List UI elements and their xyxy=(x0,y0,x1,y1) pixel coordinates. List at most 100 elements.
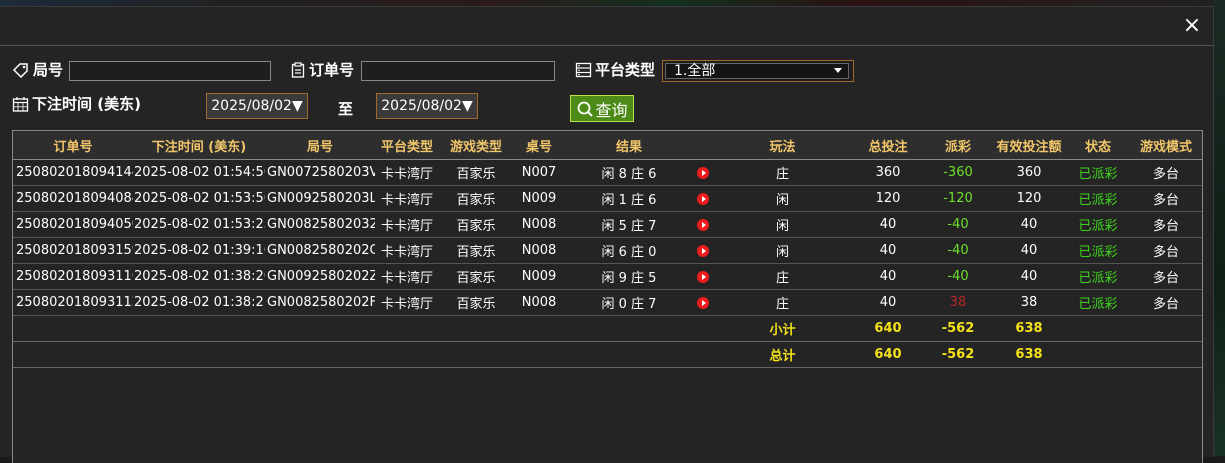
order-no-cell: 250802018093116 xyxy=(16,269,133,284)
payout-cell: -40 xyxy=(947,217,969,232)
valid-bet-cell: 120 xyxy=(1016,191,1042,206)
bet-record-dialog: × 局号 订单号 平台类型 1.全部 下注时间 (美东) 2025/08/02▼… xyxy=(0,6,1214,463)
date-to-separator: 至 xyxy=(338,100,354,118)
round-no-cell: GN0082580202G xyxy=(267,243,375,258)
status-cell: 已派彩 xyxy=(1078,297,1118,312)
game-type-cell: 百家乐 xyxy=(456,193,496,208)
game-mode-cell: 多台 xyxy=(1152,245,1179,260)
total-payout: -562 xyxy=(941,347,975,362)
platform-selected-text: 1.全部 xyxy=(674,63,716,79)
replay-cell xyxy=(693,186,713,212)
total-bet-cell: 40 xyxy=(879,243,897,258)
col-result: 结果 xyxy=(565,131,693,160)
order-input[interactable] xyxy=(361,61,555,81)
table-no-cell: N009 xyxy=(521,269,557,284)
platform-select[interactable]: 1.全部 xyxy=(662,60,854,82)
col-round-no: 局号 xyxy=(265,131,375,160)
order-no-cell: 250802018093112 xyxy=(16,295,133,310)
date-from-picker[interactable]: 2025/08/02▼ xyxy=(206,93,308,119)
subtotal-row: 小计 640 -562 638 xyxy=(13,316,1202,342)
total-row: 总计 640 -562 638 xyxy=(13,342,1202,368)
order-filter-label: 订单号 xyxy=(290,59,354,80)
play-cell: 庄 xyxy=(775,167,789,182)
tag-icon xyxy=(12,62,28,78)
subtotal-label: 小计 xyxy=(769,323,796,338)
round-label-text: 局号 xyxy=(33,61,64,79)
replay-cell xyxy=(693,238,713,264)
total-bet-cell: 360 xyxy=(875,165,901,180)
order-no-cell: 250802018094050 xyxy=(16,217,133,232)
background-right-edge xyxy=(1213,0,1225,456)
total-trailing xyxy=(1066,342,1202,368)
time-filter-label: 下注时间 (美东) xyxy=(12,93,141,114)
table-no-cell: N007 xyxy=(521,165,557,180)
bet-time-cell: 2025-08-02 01:38:26 xyxy=(134,269,265,284)
play-icon[interactable] xyxy=(697,218,709,231)
platform-cell: 卡卡湾厅 xyxy=(380,297,433,312)
total-bet-cell: 40 xyxy=(879,217,897,232)
round-input[interactable] xyxy=(69,61,271,81)
order-no-cell: 250802018093159 xyxy=(16,243,133,258)
status-cell: 已派彩 xyxy=(1078,245,1118,260)
col-total-bet: 总投注 xyxy=(852,131,924,160)
result-cell: 闲 6 庄 0 xyxy=(601,245,657,260)
col-order-no: 订单号 xyxy=(13,131,133,160)
payout-cell: 38 xyxy=(949,295,967,310)
query-button-label: 查询 xyxy=(595,100,628,120)
col-table-no: 桌号 xyxy=(513,131,565,160)
table-no-cell: N008 xyxy=(521,243,557,258)
col-play: 玩法 xyxy=(713,131,852,160)
valid-bet-cell: 40 xyxy=(1020,217,1038,232)
play-icon[interactable] xyxy=(697,270,709,283)
play-icon[interactable] xyxy=(697,296,709,309)
subtotal-valid-bet: 638 xyxy=(1015,321,1043,336)
payout-cell: -360 xyxy=(943,165,973,180)
valid-bet-cell: 38 xyxy=(1020,295,1038,310)
status-cell: 已派彩 xyxy=(1078,193,1118,208)
subtotal-total-bet: 640 xyxy=(874,321,902,336)
play-icon[interactable] xyxy=(697,166,709,179)
col-game-type: 游戏类型 xyxy=(439,131,513,160)
total-bet-cell: 120 xyxy=(875,191,901,206)
bet-records-table: 订单号 下注时间 (美东) 局号 平台类型 游戏类型 桌号 结果 玩法 总投注 … xyxy=(13,131,1202,368)
table-row: 250802018094144 2025-08-02 01:54:56 GN00… xyxy=(13,160,1202,186)
game-mode-cell: 多台 xyxy=(1152,167,1179,182)
table-header-row: 订单号 下注时间 (美东) 局号 平台类型 游戏类型 桌号 结果 玩法 总投注 … xyxy=(13,131,1202,160)
time-label-text: 下注时间 (美东) xyxy=(32,95,141,113)
replay-cell xyxy=(693,264,713,290)
total-bet-cell: 40 xyxy=(879,295,897,310)
calendar-icon xyxy=(12,96,29,112)
round-no-cell: GN0082580202F xyxy=(267,295,375,310)
order-no-cell: 250802018094084 xyxy=(16,191,133,206)
date-to-picker[interactable]: 2025/08/02▼ xyxy=(376,93,478,119)
bet-time-cell: 2025-08-02 01:39:16 xyxy=(134,243,265,258)
play-cell: 闲 xyxy=(775,193,789,208)
valid-bet-cell: 360 xyxy=(1016,165,1042,180)
game-mode-cell: 多台 xyxy=(1152,219,1179,234)
game-mode-cell: 多台 xyxy=(1152,193,1179,208)
close-icon[interactable]: × xyxy=(1179,13,1205,39)
status-cell: 已派彩 xyxy=(1078,271,1118,286)
bet-time-cell: 2025-08-02 01:38:21 xyxy=(134,295,265,310)
play-cell: 庄 xyxy=(775,297,789,312)
platform-cell: 卡卡湾厅 xyxy=(380,271,433,286)
subtotal-spacer xyxy=(13,316,713,342)
query-button[interactable]: 查询 xyxy=(570,95,634,122)
game-type-cell: 百家乐 xyxy=(456,167,496,182)
play-icon[interactable] xyxy=(697,192,709,205)
play-icon[interactable] xyxy=(697,244,709,257)
bet-time-cell: 2025-08-02 01:53:56 xyxy=(134,191,265,206)
dialog-titlebar: × xyxy=(0,7,1213,46)
result-cell: 闲 1 庄 6 xyxy=(601,193,657,208)
col-status: 状态 xyxy=(1066,131,1130,160)
platform-cell: 卡卡湾厅 xyxy=(380,193,433,208)
col-platform: 平台类型 xyxy=(375,131,439,160)
col-payout: 派彩 xyxy=(924,131,992,160)
replay-cell xyxy=(693,212,713,238)
table-row: 250802018094084 2025-08-02 01:53:56 GN00… xyxy=(13,186,1202,212)
search-icon xyxy=(578,101,594,117)
platform-select-value[interactable]: 1.全部 xyxy=(665,63,849,79)
game-type-cell: 百家乐 xyxy=(456,297,496,312)
table-row: 250802018094050 2025-08-02 01:53:23 GN00… xyxy=(13,212,1202,238)
total-total-bet: 640 xyxy=(874,347,902,362)
